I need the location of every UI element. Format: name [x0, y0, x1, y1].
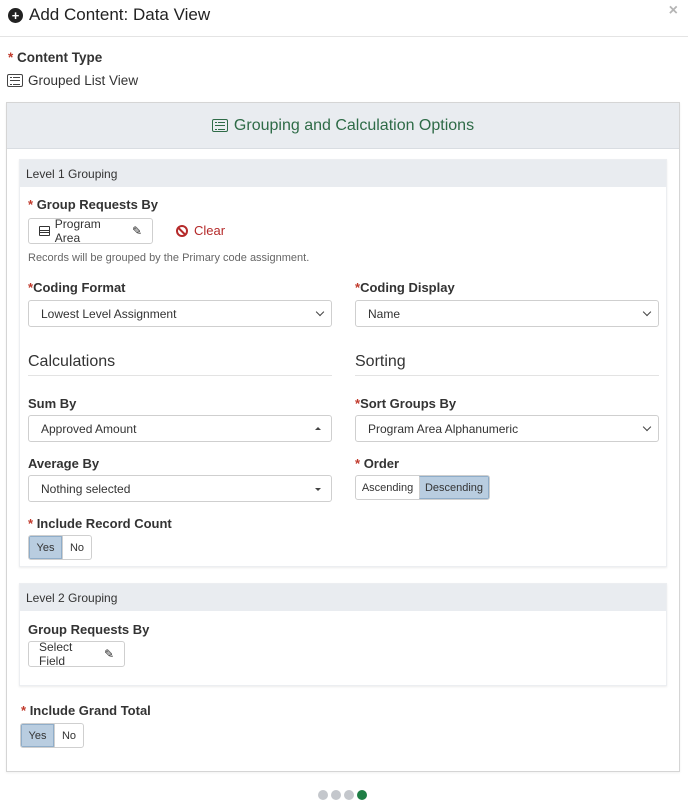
- sum-by-label: Sum By: [28, 396, 77, 411]
- grand-total-yes-option[interactable]: Yes: [21, 724, 54, 747]
- grand-total-no-option[interactable]: No: [54, 724, 83, 747]
- pencil-icon: ✎: [103, 647, 114, 661]
- plus-circle-icon: +: [8, 7, 23, 23]
- step-dot-3[interactable]: [344, 790, 354, 800]
- close-icon[interactable]: ×: [669, 2, 678, 20]
- coding-format-label-text: Coding Format: [33, 280, 126, 295]
- level-1-header: Level 1 Grouping: [20, 160, 666, 187]
- order-descending-option[interactable]: Descending: [419, 476, 489, 499]
- include-record-count-label: * Include Record Count: [28, 516, 172, 531]
- panel-header: Grouping and Calculation Options: [7, 103, 679, 149]
- step-dot-1[interactable]: [318, 790, 328, 800]
- coding-format-value: Lowest Level Assignment: [41, 306, 177, 321]
- level-2-select-field-button[interactable]: Select Field ✎: [28, 640, 125, 668]
- panel-title: Grouping and Calculation Options: [233, 116, 475, 134]
- pencil-icon: ✎: [131, 224, 142, 238]
- order-ascending-option[interactable]: Ascending: [356, 476, 419, 499]
- level-2-header: Level 2 Grouping: [20, 584, 666, 611]
- content-type-label: * Content Type: [8, 50, 102, 65]
- clear-label: Clear: [194, 223, 226, 238]
- grand-total-toggle: Yes No: [20, 723, 84, 748]
- modal-title-text: Add Content: Data View: [29, 5, 211, 24]
- clear-button[interactable]: Clear: [176, 223, 225, 238]
- group-by-field-button[interactable]: Program Area ✎: [28, 217, 153, 245]
- calculations-heading: Calculations: [28, 353, 332, 376]
- content-type-value: Grouped List View: [7, 73, 138, 88]
- chevron-down-icon: [315, 307, 325, 317]
- coding-display-label: *Coding Display: [355, 280, 455, 295]
- step-dot-2[interactable]: [331, 790, 341, 800]
- table-icon: [39, 226, 50, 236]
- chevron-down-icon: [642, 307, 652, 317]
- level-2-group-requests-by-label: Group Requests By: [28, 622, 150, 637]
- record-count-no-option[interactable]: No: [62, 536, 91, 559]
- level-2-grouping-card: Level 2 Grouping Group Requests By Selec…: [19, 583, 667, 686]
- order-label: * Order: [355, 456, 399, 471]
- caret-up-icon: [315, 427, 321, 430]
- sort-groups-by-value: Program Area Alphanumeric: [368, 421, 519, 436]
- sort-groups-by-select[interactable]: Program Area Alphanumeric: [355, 415, 659, 442]
- coding-display-label-text: Coding Display: [360, 280, 455, 295]
- sort-groups-by-label: *Sort Groups By: [355, 396, 456, 411]
- sum-by-select[interactable]: Approved Amount: [28, 415, 332, 442]
- average-by-value: Nothing selected: [41, 481, 131, 496]
- content-type-value-text: Grouped List View: [28, 73, 139, 88]
- order-label-text: Order: [363, 456, 400, 471]
- chevron-down-icon: [642, 422, 652, 432]
- required-mark: *: [355, 456, 361, 471]
- coding-format-select[interactable]: Lowest Level Assignment: [28, 300, 332, 327]
- ban-icon: [176, 224, 188, 237]
- group-requests-by-label-text: Group Requests By: [36, 197, 159, 212]
- caret-down-icon: [315, 488, 321, 491]
- group-by-help-text: Records will be grouped by the Primary c…: [28, 252, 310, 264]
- coding-display-select[interactable]: Name: [355, 300, 659, 327]
- record-count-toggle: Yes No: [28, 535, 92, 560]
- group-requests-by-label: * Group Requests By: [28, 197, 158, 212]
- include-record-count-label-text: Include Record Count: [36, 516, 172, 531]
- select-field-value: Select Field: [39, 640, 73, 668]
- record-count-yes-option[interactable]: Yes: [29, 536, 62, 559]
- content-type-label-text: Content Type: [17, 50, 103, 65]
- coding-display-value: Name: [368, 306, 401, 321]
- sum-by-value: Approved Amount: [41, 421, 137, 436]
- step-indicator: [318, 790, 367, 800]
- required-mark: *: [8, 50, 14, 65]
- required-mark: *: [28, 516, 34, 531]
- coding-format-label: *Coding Format: [28, 280, 126, 295]
- include-grand-total-label-text: Include Grand Total: [29, 703, 151, 718]
- include-grand-total-label: * Include Grand Total: [21, 703, 151, 718]
- grouping-options-panel: Grouping and Calculation Options Level 1…: [6, 102, 680, 772]
- step-dot-4-active[interactable]: [357, 790, 367, 800]
- sort-groups-by-label-text: Sort Groups By: [360, 396, 457, 411]
- level-1-grouping-card: Level 1 Grouping * Group Requests By Pro…: [19, 159, 667, 567]
- group-by-field-value: Program Area: [54, 217, 101, 245]
- required-mark: *: [28, 197, 34, 212]
- required-mark: *: [21, 703, 27, 718]
- list-icon: [211, 119, 228, 132]
- average-by-label: Average By: [28, 456, 100, 471]
- list-icon: [7, 74, 23, 87]
- order-toggle: Ascending Descending: [355, 475, 490, 500]
- average-by-select[interactable]: Nothing selected: [28, 475, 332, 502]
- modal-title: + Add Content: Data View: [8, 5, 210, 25]
- modal-header: + Add Content: Data View ×: [0, 0, 688, 37]
- sorting-heading: Sorting: [355, 353, 659, 376]
